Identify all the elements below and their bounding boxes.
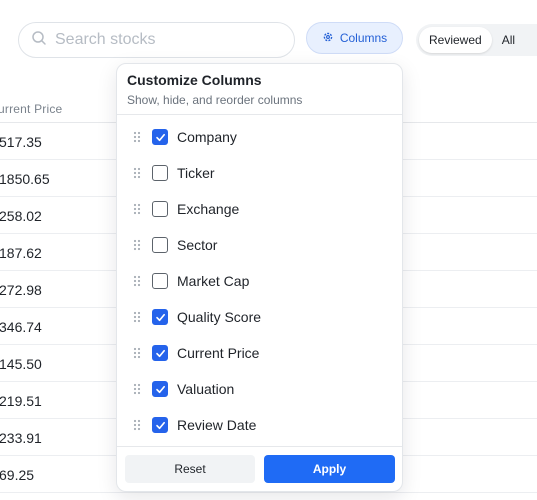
column-header-current-price[interactable]: urrent Price bbox=[0, 102, 62, 116]
columns-button[interactable]: Columns bbox=[306, 22, 403, 54]
drag-handle-icon[interactable] bbox=[133, 131, 141, 143]
search-input[interactable] bbox=[55, 31, 275, 49]
column-item-exchange[interactable]: Exchange bbox=[117, 191, 402, 227]
column-item-ticker[interactable]: Ticker bbox=[117, 155, 402, 191]
column-item-label: Review Date bbox=[177, 417, 257, 433]
current-price-cell: 272.98 bbox=[0, 282, 42, 298]
checkbox-review-date[interactable] bbox=[152, 417, 168, 433]
checkbox-valuation[interactable] bbox=[152, 381, 168, 397]
tab-all[interactable]: All bbox=[492, 27, 525, 53]
column-item-label: Company bbox=[177, 129, 237, 145]
column-item-review-date[interactable]: Review Date bbox=[117, 407, 402, 443]
panel-divider-bottom bbox=[117, 446, 402, 447]
current-price-cell: 145.50 bbox=[0, 356, 42, 372]
checkbox-ticker[interactable] bbox=[152, 165, 168, 181]
column-item-company[interactable]: Company bbox=[117, 119, 402, 155]
apply-button[interactable]: Apply bbox=[264, 455, 395, 483]
current-price-cell: 258.02 bbox=[0, 208, 42, 224]
drag-handle-icon[interactable] bbox=[133, 311, 141, 323]
column-item-label: Current Price bbox=[177, 345, 260, 361]
checkbox-company[interactable] bbox=[152, 129, 168, 145]
current-price-cell: 1850.65 bbox=[0, 171, 50, 187]
columns-button-label: Columns bbox=[339, 31, 388, 45]
column-item-valuation[interactable]: Valuation bbox=[117, 371, 402, 407]
panel-subtitle: Show, hide, and reorder columns bbox=[127, 93, 303, 107]
drag-handle-icon[interactable] bbox=[133, 167, 141, 179]
drag-handle-icon[interactable] bbox=[133, 419, 141, 431]
search-icon bbox=[31, 30, 47, 51]
column-item-label: Exchange bbox=[177, 201, 240, 217]
column-item-market-cap[interactable]: Market Cap bbox=[117, 263, 402, 299]
checkmark-icon bbox=[155, 421, 165, 429]
checkbox-current-price[interactable] bbox=[152, 345, 168, 361]
column-item-label: Sector bbox=[177, 237, 218, 253]
gear-icon bbox=[322, 31, 334, 46]
checkmark-icon bbox=[155, 349, 165, 357]
customize-columns-panel: Customize Columns Show, hide, and reorde… bbox=[116, 63, 403, 492]
panel-title: Customize Columns bbox=[127, 72, 262, 88]
column-item-quality-score[interactable]: Quality Score bbox=[117, 299, 402, 335]
current-price-cell: 219.51 bbox=[0, 393, 42, 409]
current-price-cell: 517.35 bbox=[0, 134, 42, 150]
panel-divider-top bbox=[117, 114, 402, 115]
column-item-sector[interactable]: Sector bbox=[117, 227, 402, 263]
column-item-label: Valuation bbox=[177, 381, 235, 397]
drag-handle-icon[interactable] bbox=[133, 383, 141, 395]
drag-handle-icon[interactable] bbox=[133, 347, 141, 359]
current-price-cell: 187.62 bbox=[0, 245, 42, 261]
search-box[interactable] bbox=[18, 22, 295, 58]
current-price-cell: 346.74 bbox=[0, 319, 42, 335]
column-item-label: Quality Score bbox=[177, 309, 262, 325]
drag-handle-icon[interactable] bbox=[133, 203, 141, 215]
checkbox-quality-score[interactable] bbox=[152, 309, 168, 325]
drag-handle-icon[interactable] bbox=[133, 239, 141, 251]
checkbox-exchange[interactable] bbox=[152, 201, 168, 217]
reset-button[interactable]: Reset bbox=[125, 455, 255, 483]
tab-reviewed[interactable]: Reviewed bbox=[419, 27, 492, 53]
checkmark-icon bbox=[155, 313, 165, 321]
column-item-label: Ticker bbox=[177, 165, 215, 181]
filter-segmented-control: Reviewed All bbox=[416, 24, 537, 56]
checkmark-icon bbox=[155, 385, 165, 393]
checkbox-sector[interactable] bbox=[152, 237, 168, 253]
column-item-current-price[interactable]: Current Price bbox=[117, 335, 402, 371]
current-price-cell: 233.91 bbox=[0, 430, 42, 446]
drag-handle-icon[interactable] bbox=[133, 275, 141, 287]
checkmark-icon bbox=[155, 133, 165, 141]
column-item-label: Market Cap bbox=[177, 273, 250, 289]
current-price-cell: 69.25 bbox=[0, 467, 35, 483]
checkbox-market-cap[interactable] bbox=[152, 273, 168, 289]
